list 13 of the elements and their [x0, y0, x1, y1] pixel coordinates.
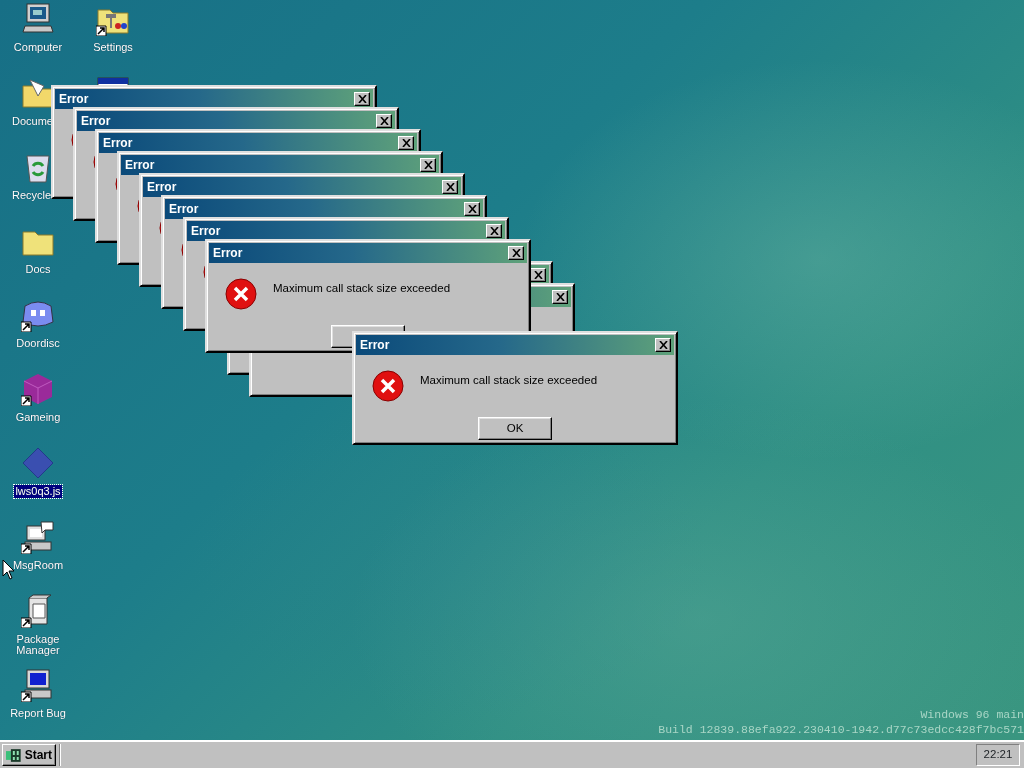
window-title: Error: [147, 180, 177, 194]
build-info-text: Windows 96 main Build 12839.88efa922.230410-1942.d77c73edcc428f7bc571: [658, 707, 1024, 737]
error-message: Maximum call stack size exceeded: [420, 373, 598, 388]
window-title: Error: [191, 224, 221, 238]
window-title: Error: [125, 158, 155, 172]
window-title: Error: [103, 136, 133, 150]
window-title: Error: [360, 338, 390, 352]
clock: 22:21: [976, 744, 1020, 766]
window-title: Error: [59, 92, 89, 106]
window-title: Error: [81, 114, 111, 128]
window-title: Error: [169, 202, 199, 216]
error-message: Maximum call stack size exceeded: [273, 281, 451, 296]
window-title: Error: [213, 246, 243, 260]
